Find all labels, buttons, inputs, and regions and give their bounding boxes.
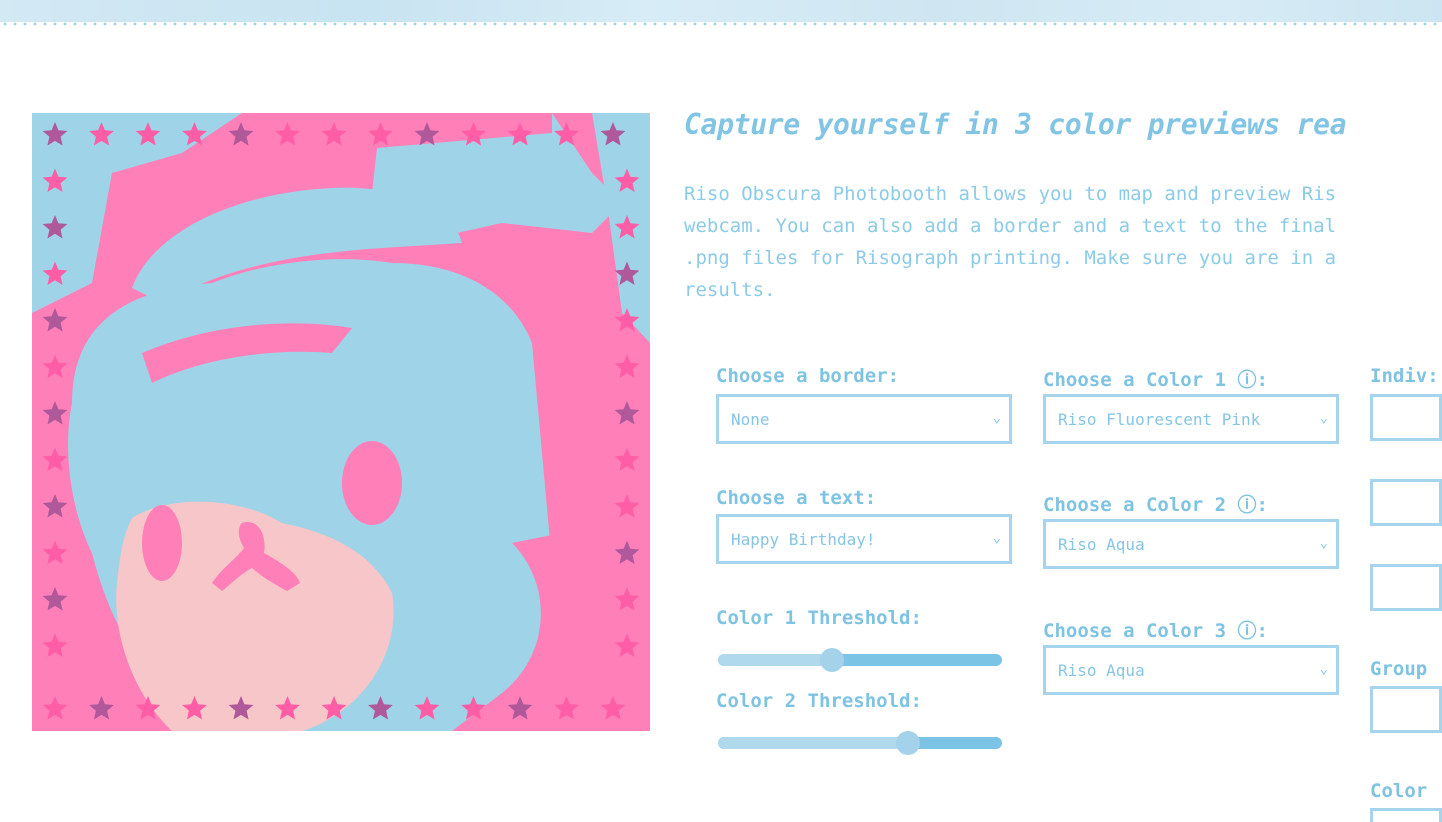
threshold2-slider[interactable] — [718, 731, 1002, 755]
group-input[interactable] — [1370, 686, 1442, 733]
description-line: .png files for Risograph printing. Make … — [684, 247, 1337, 269]
page-description: Riso Obscura Photobooth allows you to ma… — [684, 178, 1442, 306]
slider-fill — [718, 737, 909, 749]
preview-image — [32, 113, 650, 731]
chevron-down-icon: ⌄ — [992, 410, 1001, 427]
text-select-value: Happy Birthday! — [731, 529, 876, 549]
color1-label: Choose a Color 1 ⓘ: — [1043, 369, 1268, 391]
photobooth-preview — [32, 113, 650, 731]
description-line: webcam. You can also add a border and a … — [684, 215, 1337, 237]
slider-thumb[interactable] — [896, 731, 921, 755]
color3-select[interactable]: Riso Aqua ⌄ — [1043, 645, 1339, 695]
chevron-down-icon: ⌄ — [992, 530, 1001, 547]
color2-label: Choose a Color 2 ⓘ: — [1043, 494, 1268, 516]
color2-select-value: Riso Aqua — [1058, 534, 1145, 554]
top-banner — [0, 0, 1442, 22]
threshold1-label: Color 1 Threshold: — [716, 607, 922, 629]
threshold1-slider[interactable] — [718, 648, 1002, 672]
border-label: Choose a border: — [716, 365, 900, 387]
threshold2-label: Color 2 Threshold: — [716, 690, 922, 712]
text-select[interactable]: Happy Birthday! ⌄ — [716, 514, 1012, 564]
chevron-down-icon: ⌄ — [1319, 535, 1328, 552]
description-line: results. — [684, 279, 776, 301]
individual-input-3[interactable] — [1370, 564, 1442, 611]
color1-select-value: Riso Fluorescent Pink — [1058, 409, 1261, 429]
color3-label: Choose a Color 3 ⓘ: — [1043, 620, 1268, 642]
border-select-value: None — [731, 409, 770, 429]
slider-fill — [718, 654, 832, 666]
chevron-down-icon: ⌄ — [1319, 410, 1328, 427]
chevron-down-icon: ⌄ — [1319, 661, 1328, 678]
text-label: Choose a text: — [716, 487, 877, 509]
color-label: Color — [1370, 780, 1428, 802]
group-label: Group — [1370, 658, 1428, 680]
individual-input-1[interactable] — [1370, 394, 1442, 441]
border-select[interactable]: None ⌄ — [716, 394, 1012, 444]
color2-select[interactable]: Riso Aqua ⌄ — [1043, 519, 1339, 569]
color3-select-value: Riso Aqua — [1058, 660, 1145, 680]
color1-select[interactable]: Riso Fluorescent Pink ⌄ — [1043, 394, 1339, 444]
page-headline: Capture yourself in 3 color previews rea — [684, 108, 1347, 141]
description-line: Riso Obscura Photobooth allows you to ma… — [684, 183, 1337, 205]
slider-thumb[interactable] — [819, 648, 844, 672]
individual-input-2[interactable] — [1370, 479, 1442, 526]
color-input[interactable] — [1370, 808, 1442, 822]
individual-label: Indiv: — [1370, 365, 1439, 387]
dotted-divider — [0, 20, 1442, 28]
